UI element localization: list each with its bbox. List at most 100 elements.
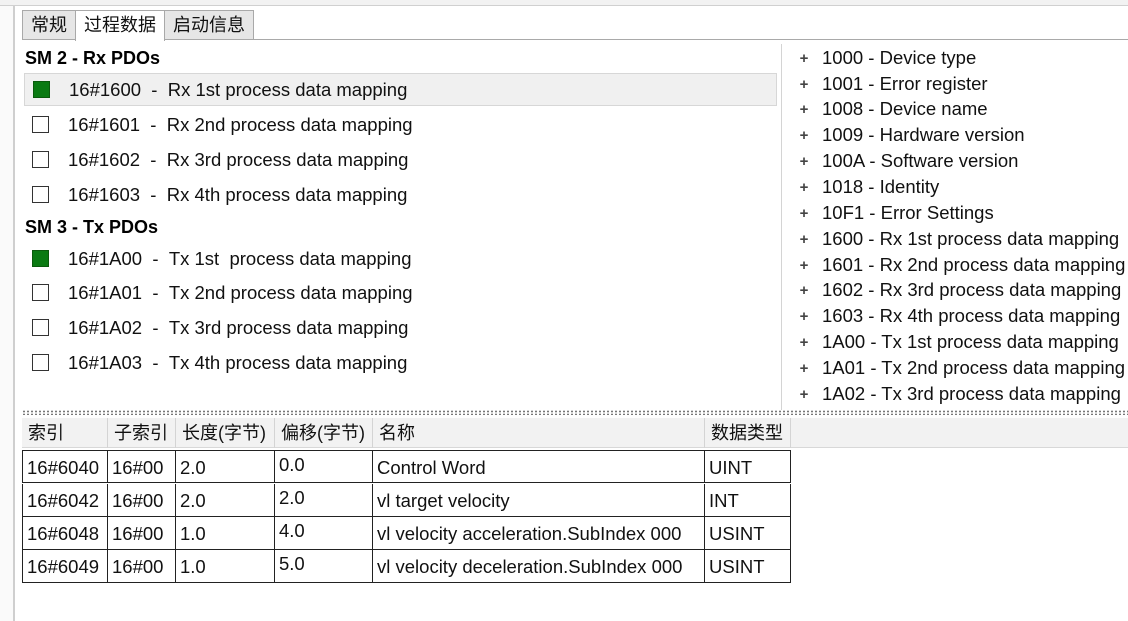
pdo-checkbox[interactable] — [32, 354, 49, 371]
plus-icon[interactable]: + — [786, 179, 822, 196]
cell-name[interactable]: vl velocity acceleration.SubIndex 000 — [373, 517, 705, 550]
cell-subindex[interactable]: 16#00 — [108, 484, 176, 517]
od-entry[interactable]: +100A - Software version — [786, 148, 1019, 174]
plus-icon[interactable]: + — [786, 360, 822, 377]
cell-offset[interactable]: 0.0 — [275, 450, 373, 483]
cell-offset[interactable]: 2.0 — [275, 484, 373, 517]
od-entry-label: 1A01 - Tx 2nd process data mapping — [822, 357, 1126, 378]
rx-pdo-row[interactable]: 16#1601 - Rx 2nd process data mapping — [24, 108, 777, 141]
column-header-subindex[interactable]: 子索引 — [108, 418, 176, 448]
pdo-separator: - — [140, 148, 167, 170]
plus-icon[interactable]: + — [786, 386, 822, 403]
pdo-separator: - — [142, 281, 169, 303]
od-entry-label: 1008 - Device name — [822, 98, 988, 119]
table-row[interactable]: 16#6049 16#00 1.0 5.0 vl velocity decele… — [22, 550, 792, 583]
tx-pdo-row[interactable]: 16#1A03 - Tx 4th process data mapping — [24, 346, 777, 379]
tx-pdo-row[interactable]: 16#1A02 - Tx 3rd process data mapping — [24, 311, 777, 344]
cell-datatype[interactable]: USINT — [705, 517, 791, 550]
cell-offset[interactable]: 4.0 — [275, 517, 373, 550]
tab-process-data[interactable]: 过程数据 — [75, 10, 165, 41]
column-header-name[interactable]: 名称 — [373, 418, 705, 448]
plus-icon[interactable]: + — [786, 127, 822, 144]
rx-pdo-row[interactable]: 16#1603 - Rx 4th process data mapping — [24, 178, 777, 211]
pdo-checkbox[interactable] — [32, 116, 49, 133]
rx-pdo-row[interactable]: 16#1602 - Rx 3rd process data mapping — [24, 143, 777, 176]
pdo-index: 16#1A03 — [68, 351, 143, 373]
cell-length[interactable]: 1.0 — [176, 517, 275, 550]
object-dictionary-panel: +1000 - Device type +1001 - Error regist… — [786, 44, 1128, 410]
cell-length[interactable]: 2.0 — [176, 484, 275, 517]
od-entry[interactable]: +1A02 - Tx 3rd process data mapping — [786, 381, 1121, 407]
column-header-index[interactable]: 索引 — [22, 418, 108, 448]
rx-pdo-row[interactable]: 16#1600 - Rx 1st process data mapping — [24, 73, 777, 106]
od-entry[interactable]: +1009 - Hardware version — [786, 122, 1025, 148]
left-border — [13, 6, 15, 621]
plus-icon[interactable]: + — [786, 153, 822, 170]
table-row[interactable]: 16#6048 16#00 1.0 4.0 vl velocity accele… — [22, 517, 792, 550]
od-entry[interactable]: +10F1 - Error Settings — [786, 200, 994, 226]
pdo-checkbox[interactable] — [32, 284, 49, 301]
pdo-checkbox[interactable] — [32, 250, 49, 267]
tx-pdo-row[interactable]: 16#1A01 - Tx 2nd process data mapping — [24, 276, 777, 309]
cell-datatype[interactable]: INT — [705, 484, 791, 517]
cell-offset[interactable]: 5.0 — [275, 550, 373, 583]
pdo-checkbox[interactable] — [33, 81, 50, 98]
pdo-name: Rx 4th process data mapping — [166, 183, 408, 205]
tx-pdo-row[interactable]: 16#1A00 - Tx 1st process data mapping — [24, 242, 777, 275]
plus-icon[interactable]: + — [786, 231, 822, 248]
cell-length[interactable]: 2.0 — [176, 450, 275, 483]
od-entry-label: 1603 - Rx 4th process data mapping — [822, 305, 1121, 326]
od-entry-label: 1602 - Rx 3rd process data mapping — [822, 279, 1122, 300]
vertical-splitter[interactable] — [781, 44, 782, 410]
cell-subindex[interactable]: 16#00 — [108, 450, 176, 483]
od-entry[interactable]: +1008 - Device name — [786, 96, 988, 122]
cell-index[interactable]: 16#6042 — [22, 484, 108, 517]
table-header: 索引 子索引 长度(字节) 偏移(字节) 名称 数据类型 — [22, 418, 1128, 448]
left-gutter — [0, 6, 13, 621]
pdo-name: Rx 3rd process data mapping — [166, 148, 409, 170]
plus-icon[interactable]: + — [786, 308, 822, 325]
cell-index[interactable]: 16#6048 — [22, 517, 108, 550]
plus-icon[interactable]: + — [786, 282, 822, 299]
cell-datatype[interactable]: UINT — [705, 450, 791, 483]
cell-datatype[interactable]: USINT — [705, 550, 791, 583]
od-entry[interactable]: +1601 - Rx 2nd process data mapping — [786, 252, 1126, 278]
od-entry-label: 1601 - Rx 2nd process data mapping — [822, 254, 1126, 275]
cell-index[interactable]: 16#6049 — [22, 550, 108, 583]
tab-general[interactable]: 常规 — [22, 10, 76, 40]
table-row[interactable]: 16#6040 16#00 2.0 0.0 Control Word UINT — [22, 450, 792, 483]
plus-icon[interactable]: + — [786, 50, 822, 67]
plus-icon[interactable]: + — [786, 76, 822, 93]
cell-name[interactable]: vl target velocity — [373, 484, 705, 517]
od-entry[interactable]: +1A00 - Tx 1st process data mapping — [786, 329, 1119, 355]
tab-startup-info[interactable]: 启动信息 — [164, 10, 254, 40]
od-entry[interactable]: +1001 - Error register — [786, 71, 988, 97]
cell-subindex[interactable]: 16#00 — [108, 517, 176, 550]
od-entry[interactable]: +1018 - Identity — [786, 174, 940, 200]
table-row[interactable]: 16#6042 16#00 2.0 2.0 vl target velocity… — [22, 484, 792, 517]
plus-icon[interactable]: + — [786, 334, 822, 351]
column-header-length[interactable]: 长度(字节) — [176, 418, 275, 448]
od-entry[interactable]: +1A01 - Tx 2nd process data mapping — [786, 355, 1125, 381]
cell-name[interactable]: vl velocity deceleration.SubIndex 000 — [373, 550, 705, 583]
plus-icon[interactable]: + — [786, 257, 822, 274]
cell-index[interactable]: 16#6040 — [22, 450, 108, 483]
od-entry[interactable]: +1600 - Rx 1st process data mapping — [786, 226, 1120, 252]
od-entry-label: 1009 - Hardware version — [822, 124, 1025, 145]
horizontal-splitter[interactable] — [22, 410, 1128, 415]
pdo-checkbox[interactable] — [32, 151, 49, 168]
cell-length[interactable]: 1.0 — [176, 550, 275, 583]
od-entry[interactable]: +1000 - Device type — [786, 45, 977, 71]
column-header-offset[interactable]: 偏移(字节) — [275, 418, 373, 448]
plus-icon[interactable]: + — [786, 205, 822, 222]
od-entry[interactable]: +1602 - Rx 3rd process data mapping — [786, 277, 1122, 303]
window-top-strip — [0, 0, 1128, 6]
pdo-checkbox[interactable] — [32, 186, 49, 203]
plus-icon[interactable]: + — [786, 101, 822, 118]
tx-pdo-header: SM 3 - Tx PDOs — [25, 217, 159, 237]
pdo-checkbox[interactable] — [32, 319, 49, 336]
cell-name[interactable]: Control Word — [373, 450, 705, 483]
cell-subindex[interactable]: 16#00 — [108, 550, 176, 583]
column-header-datatype[interactable]: 数据类型 — [705, 418, 791, 448]
od-entry[interactable]: +1603 - Rx 4th process data mapping — [786, 303, 1121, 329]
